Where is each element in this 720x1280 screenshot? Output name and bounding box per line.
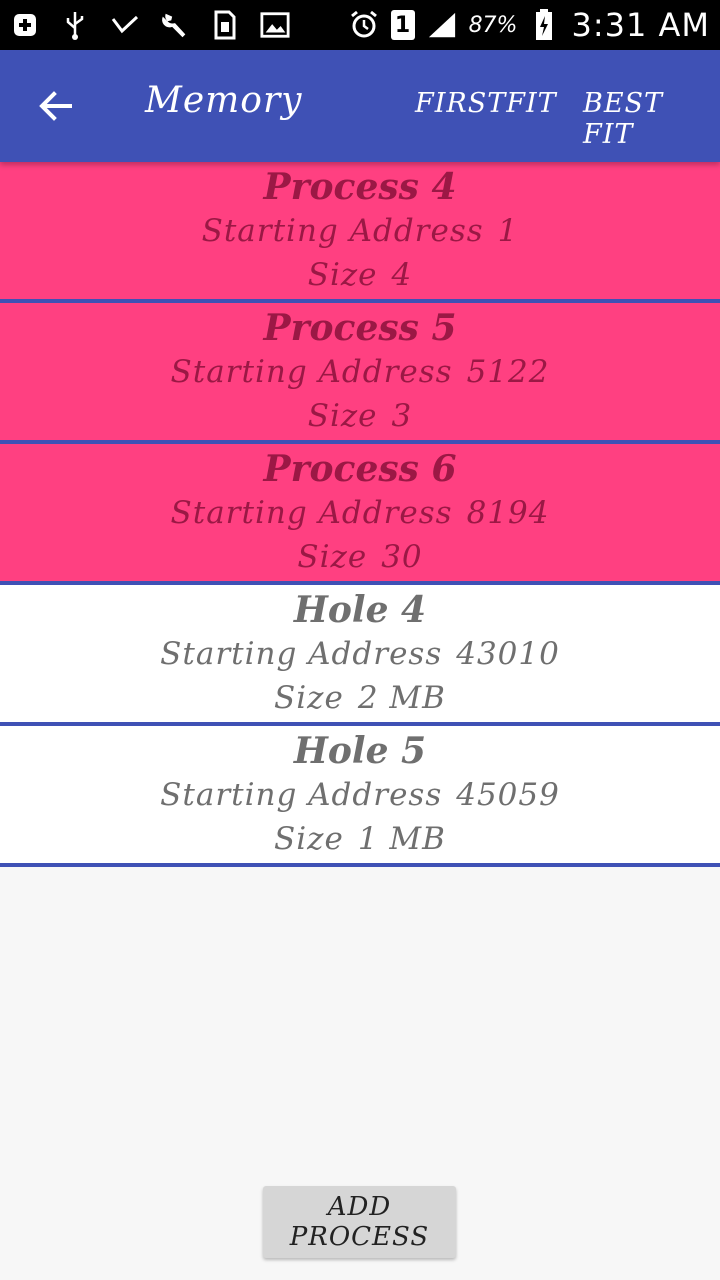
battery-charging-icon xyxy=(529,9,559,40)
process-block[interactable]: Process 4 Starting Address 1 Size 4 xyxy=(0,162,720,303)
process-block[interactable]: Process 6 Starting Address 8194 Size 30 xyxy=(0,444,720,585)
size-value: 2 MB xyxy=(357,679,446,716)
add-notification-icon xyxy=(10,10,40,40)
wrench-icon xyxy=(160,10,190,40)
starting-address-value: 8194 xyxy=(466,494,550,531)
size-row: Size 30 xyxy=(297,535,422,579)
starting-address-value: 5122 xyxy=(466,353,550,390)
starting-address-label: Starting Address xyxy=(170,353,453,390)
size-label: Size xyxy=(297,538,368,575)
starting-address-value: 43010 xyxy=(456,635,560,672)
arrow-back-icon xyxy=(39,91,72,121)
block-title: Process 6 xyxy=(263,447,457,490)
process-block[interactable]: Process 5 Starting Address 5122 Size 3 xyxy=(0,303,720,444)
block-title: Process 5 xyxy=(263,306,457,349)
starting-address-row: Starting Address 43010 xyxy=(160,632,560,676)
add-process-button[interactable]: ADD PROCESS xyxy=(263,1186,456,1258)
size-row: Size 2 MB xyxy=(274,676,446,720)
size-value: 1 MB xyxy=(357,820,446,857)
size-label: Size xyxy=(307,256,378,293)
starting-address-row: Starting Address 5122 xyxy=(171,350,550,394)
size-row: Size 4 xyxy=(308,253,413,297)
app-bar: Memory FIRSTFIT BEST FIT xyxy=(0,50,720,162)
starting-address-row: Starting Address 8194 xyxy=(171,491,550,535)
memory-block-list: Process 4 Starting Address 1 Size 4 Proces… xyxy=(0,162,720,867)
size-row: Size 3 xyxy=(308,394,413,438)
starting-address-label: Starting Address xyxy=(160,776,443,813)
back-button[interactable] xyxy=(36,86,76,126)
hole-block[interactable]: Hole 4 Starting Address 43010 Size 2 MB xyxy=(0,585,720,726)
size-value: 3 xyxy=(391,397,413,434)
signal-icon xyxy=(427,10,457,40)
page-title: Memory xyxy=(145,80,303,121)
size-row: Size 1 MB xyxy=(274,817,446,861)
block-title: Hole 4 xyxy=(293,588,427,631)
starting-address-row: Starting Address 1 xyxy=(202,209,519,253)
starting-address-row: Starting Address 45059 xyxy=(160,773,560,817)
clock: 3:31 AM xyxy=(571,6,710,44)
first-fit-action[interactable]: FIRSTFIT xyxy=(415,88,557,119)
size-value: 30 xyxy=(381,538,423,575)
check-icon xyxy=(110,10,140,40)
size-value: 4 xyxy=(391,256,413,293)
starting-address-value: 45059 xyxy=(456,776,560,813)
starting-address-label: Starting Address xyxy=(170,494,453,531)
alarm-icon xyxy=(349,10,379,40)
size-label: Size xyxy=(274,679,344,716)
status-bar: 1 87% 3:31 AM xyxy=(0,0,720,50)
usb-icon xyxy=(60,10,90,40)
size-label: Size xyxy=(274,820,344,857)
size-label: Size xyxy=(307,397,378,434)
sim-icon xyxy=(210,10,240,40)
block-title: Process 4 xyxy=(263,165,457,208)
image-icon xyxy=(260,10,290,40)
hole-block[interactable]: Hole 5 Starting Address 45059 Size 1 MB xyxy=(0,726,720,867)
starting-address-label: Starting Address xyxy=(201,212,484,249)
block-title: Hole 5 xyxy=(293,729,427,772)
starting-address-value: 1 xyxy=(497,212,519,249)
battery-percent: 87% xyxy=(468,12,518,38)
sim-slot-indicator: 1 xyxy=(390,10,415,40)
starting-address-label: Starting Address xyxy=(160,635,443,672)
best-fit-action[interactable]: BEST FIT xyxy=(583,88,720,150)
